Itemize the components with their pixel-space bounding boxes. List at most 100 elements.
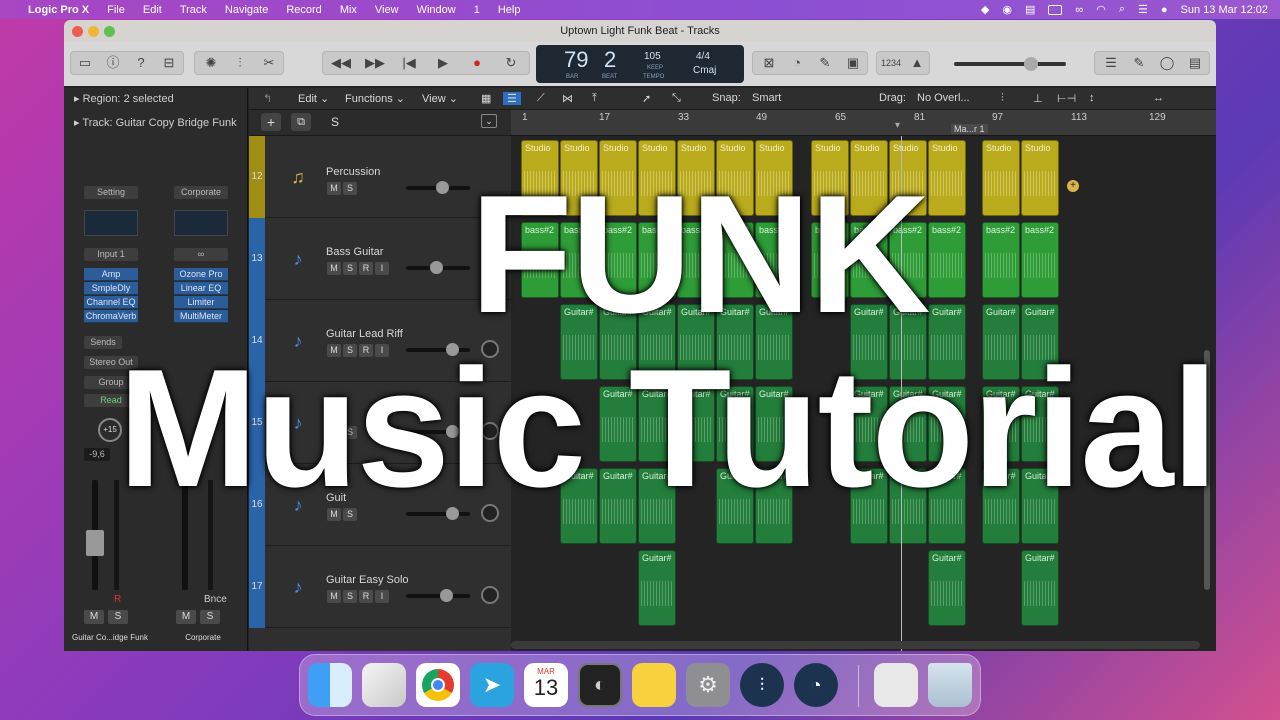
- marker-label[interactable]: Ma...r 1: [951, 124, 988, 134]
- close-button[interactable]: [72, 26, 83, 37]
- record-button[interactable]: R: [359, 262, 373, 275]
- grid-view-icon[interactable]: ▦: [481, 92, 491, 105]
- edit-menu[interactable]: Edit ⌄: [298, 92, 329, 105]
- catch-icon[interactable]: ⤒: [592, 92, 597, 105]
- track-header-row[interactable]: 17 ♪ Guitar Easy Solo MSRI: [249, 546, 511, 628]
- menu-help[interactable]: Help: [498, 4, 521, 16]
- strip1-plugin-smpledly[interactable]: SmpleDly: [84, 282, 138, 295]
- ua-icon[interactable]: ◆: [981, 3, 989, 16]
- secondary-tool-icon[interactable]: ⤡: [672, 92, 681, 105]
- strip1-fader-handle[interactable]: [86, 530, 104, 556]
- track-inspector-header[interactable]: ▸ Track: Guitar Copy Bridge Funk: [74, 116, 237, 134]
- zoom-button[interactable]: [104, 26, 115, 37]
- trash-icon[interactable]: [928, 663, 972, 707]
- pencil-icon[interactable]: ✎: [811, 52, 839, 74]
- ua-connect-icon[interactable]: ◔: [794, 663, 838, 707]
- strip1-plugin-amp[interactable]: Amp: [84, 268, 138, 281]
- audio-region[interactable]: Guitar#: [928, 550, 966, 626]
- mute-button[interactable]: M: [327, 182, 341, 195]
- back-arrow-icon[interactable]: ↰: [263, 92, 272, 105]
- horizontal-scrollbar[interactable]: [511, 641, 1200, 649]
- audio-region[interactable]: Studio: [982, 140, 1020, 216]
- go-to-start-icon[interactable]: |◀: [395, 52, 423, 74]
- forward-icon[interactable]: ▶▶: [361, 52, 389, 74]
- link-icon[interactable]: ∞: [1075, 4, 1083, 16]
- pointer-tool-icon[interactable]: ➚: [642, 92, 651, 105]
- lcd-tempo[interactable]: 105: [644, 51, 661, 62]
- input-monitor-button[interactable]: I: [375, 590, 389, 603]
- horizontal-size-icon[interactable]: ↔: [1153, 92, 1164, 104]
- wifi-icon[interactable]: ◠: [1096, 3, 1106, 16]
- add-track-button[interactable]: +: [261, 113, 281, 131]
- record-icon[interactable]: ●: [463, 52, 491, 74]
- lcd-key[interactable]: Cmaj: [693, 65, 716, 76]
- launchpad-icon[interactable]: [362, 663, 406, 707]
- menu-edit[interactable]: Edit: [143, 4, 162, 16]
- menu-1[interactable]: 1: [474, 4, 480, 16]
- audio-region[interactable]: Studio: [1021, 140, 1059, 216]
- view-menu[interactable]: View ⌄: [422, 92, 458, 105]
- browser-icon[interactable]: ▤: [1181, 52, 1209, 74]
- volume-slider[interactable]: [406, 181, 470, 194]
- solo-button[interactable]: S: [343, 182, 357, 195]
- loop-browser-icon[interactable]: ◯: [1153, 52, 1181, 74]
- strip2-mute-button[interactable]: M: [176, 610, 196, 624]
- menu-view[interactable]: View: [375, 4, 399, 16]
- strip2-plugin-multimeter[interactable]: MultiMeter: [174, 310, 228, 323]
- track-name[interactable]: Percussion: [326, 166, 380, 178]
- ua-console-icon[interactable]: ⫶: [740, 663, 784, 707]
- strip2-solo-button[interactable]: S: [200, 610, 220, 624]
- global-solo-button[interactable]: S: [325, 113, 345, 131]
- track-name[interactable]: Bass Guitar: [326, 246, 383, 258]
- input-monitor-button[interactable]: I: [375, 262, 389, 275]
- strip2-link-icon[interactable]: ∞: [174, 248, 228, 261]
- library-icon[interactable]: ▭: [71, 52, 99, 74]
- vertical-zoom-icon[interactable]: ⊥: [1033, 92, 1043, 105]
- play-icon[interactable]: ▶: [429, 52, 457, 74]
- telegram-icon[interactable]: ➤: [470, 663, 514, 707]
- audio-region[interactable]: bass#2: [982, 222, 1020, 298]
- mixer-icon[interactable]: ⫶: [226, 52, 254, 74]
- automation-icon[interactable]: ⟋: [537, 92, 545, 105]
- mute-button[interactable]: M: [327, 262, 341, 275]
- rewind-icon[interactable]: ◀◀: [327, 52, 355, 74]
- strip2-plugin-ozone-pro[interactable]: Ozone Pro: [174, 268, 228, 281]
- master-volume-slider[interactable]: [954, 57, 1066, 71]
- menu-track[interactable]: Track: [180, 4, 207, 16]
- menu-window[interactable]: Window: [417, 4, 456, 16]
- audio-region[interactable]: Guitar#: [1021, 550, 1059, 626]
- strip2-bounce-label[interactable]: Bnce: [204, 594, 227, 605]
- volume-knob[interactable]: [430, 261, 443, 274]
- volume-slider[interactable]: [406, 261, 470, 274]
- strip2-plugin-linear-eq[interactable]: Linear EQ: [174, 282, 228, 295]
- strip1-mute-button[interactable]: M: [84, 610, 104, 624]
- strip2-plugin-limiter[interactable]: Limiter: [174, 296, 228, 309]
- strip2-setting-button[interactable]: Corporate: [174, 186, 228, 199]
- control-center-icon[interactable]: ☰: [1138, 3, 1148, 16]
- notepad-icon[interactable]: ✎: [1125, 52, 1153, 74]
- calendar-icon[interactable]: MAR 13: [524, 663, 568, 707]
- add-region-icon[interactable]: +: [1067, 180, 1079, 192]
- duplicate-track-icon[interactable]: ⧉: [291, 113, 311, 131]
- notes-icon[interactable]: [632, 663, 676, 707]
- vertical-size-icon[interactable]: ↕: [1089, 92, 1095, 104]
- siri-icon[interactable]: ●: [1161, 4, 1168, 16]
- strip1-eq-display[interactable]: [84, 210, 138, 236]
- smart-controls-icon[interactable]: ✺: [197, 52, 225, 74]
- strip1-input-slot[interactable]: Input 1: [84, 248, 138, 261]
- list-editors-icon[interactable]: ⊠: [755, 52, 783, 74]
- list-icon[interactable]: ☰: [1097, 52, 1125, 74]
- strip1-solo-button[interactable]: S: [108, 610, 128, 624]
- count-in-button[interactable]: 1234: [877, 52, 905, 74]
- note-pad-icon[interactable]: ▣: [839, 52, 867, 74]
- lcd-display[interactable]: 79 2 BAR BEAT 105 KEEP TEMPO 4/4 Cmaj: [536, 45, 744, 83]
- inspector-icon[interactable]: ⓘ: [99, 52, 127, 74]
- list-view-icon[interactable]: ☰: [503, 92, 521, 105]
- solo-button[interactable]: S: [343, 590, 357, 603]
- playhead-handle-icon[interactable]: ▾: [895, 120, 900, 131]
- strip1-plugin-chromaverb[interactable]: ChromaVerb: [84, 310, 138, 323]
- mute-button[interactable]: M: [327, 590, 341, 603]
- quick-help-icon[interactable]: ?: [127, 52, 155, 74]
- audio-region[interactable]: bass#2: [928, 222, 966, 298]
- strip1-sends-label[interactable]: Sends: [84, 336, 122, 349]
